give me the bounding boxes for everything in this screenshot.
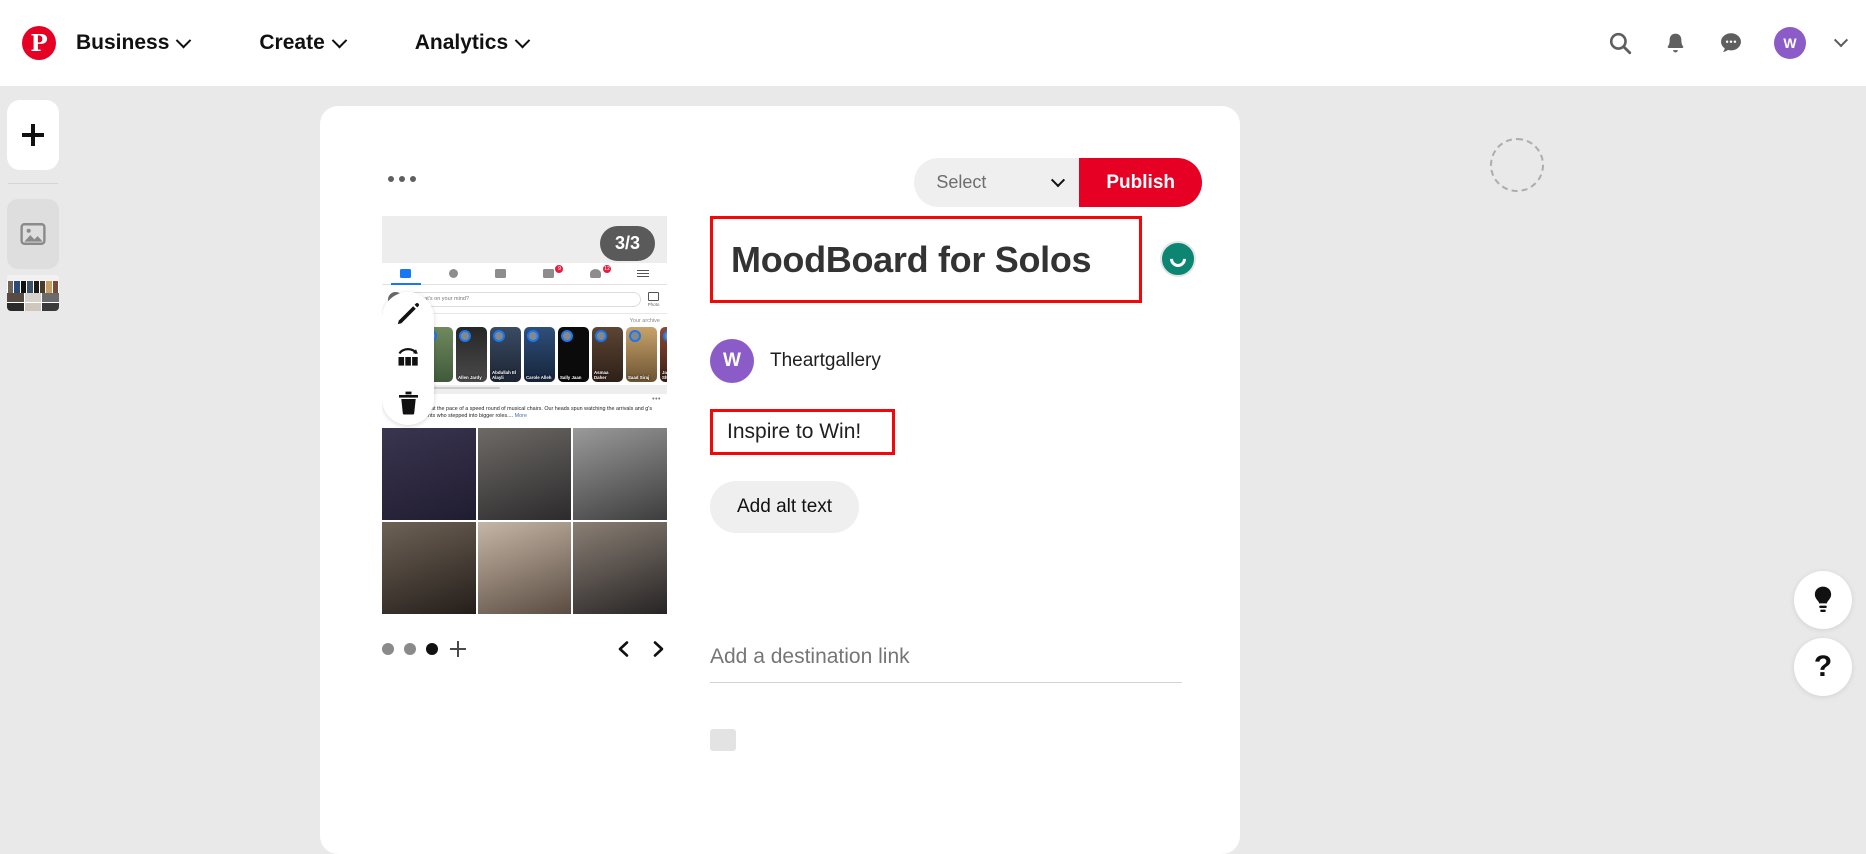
carousel-arrows [615, 640, 667, 658]
composer-toolbar: Select Publish [320, 154, 1240, 214]
preview-photo-button: Photo [646, 292, 661, 307]
carousel-dot-1[interactable] [382, 643, 394, 655]
add-alt-text-button[interactable]: Add alt text [710, 481, 859, 533]
preview-photo-grid [382, 428, 667, 614]
publish-group: Select Publish [914, 158, 1202, 207]
form-bottom-placeholder [710, 729, 736, 751]
destination-link-field[interactable]: Add a destination link [710, 645, 1182, 683]
more-options-icon[interactable] [382, 170, 422, 188]
media-preview[interactable]: 9 12 What's on your mind? Photo Stories … [382, 216, 667, 614]
board-select[interactable]: Select [914, 158, 1079, 207]
destination-link-placeholder: Add a destination link [710, 645, 910, 668]
carousel-controls [382, 634, 667, 664]
preview-archive-label: Your archive [630, 318, 660, 324]
nav-item-business[interactable]: Business [72, 25, 193, 61]
header-actions: W [1607, 27, 1846, 59]
preview-facebook-navbar: 9 12 [382, 263, 667, 285]
pinterest-logo[interactable]: P [22, 26, 56, 60]
carousel-dot-2[interactable] [404, 643, 416, 655]
preview-compose-input: What's on your mind? [408, 292, 641, 307]
search-icon[interactable] [1607, 30, 1633, 56]
media-tools-toolbar [382, 292, 434, 425]
pin-title-value: MoodBoard for Solos [731, 239, 1091, 281]
tips-button[interactable] [1794, 571, 1852, 629]
grammarly-icon[interactable] [1160, 241, 1196, 277]
avatar: W [710, 339, 754, 383]
nav-create-label: Create [259, 31, 324, 55]
edit-icon[interactable] [391, 297, 425, 331]
add-slide-icon[interactable] [450, 641, 466, 657]
preview-post: ••• es in 2021 came at the pace of a spe… [382, 394, 667, 614]
chevron-down-icon [515, 32, 531, 48]
pin-composer-card: Select Publish 9 12 [320, 106, 1240, 854]
nav-item-create[interactable]: Create [255, 25, 348, 61]
help-button[interactable]: ? [1794, 638, 1852, 696]
help-icon: ? [1814, 650, 1832, 684]
chevron-right-icon[interactable] [649, 640, 667, 658]
page-body: Select Publish 9 12 [0, 86, 1866, 854]
sidebar-divider [8, 183, 58, 184]
publish-button[interactable]: Publish [1079, 158, 1202, 207]
chevron-left-icon[interactable] [615, 640, 633, 658]
top-header: P Business Create Analytics W [0, 0, 1866, 86]
pin-title-field[interactable]: MoodBoard for Solos [710, 216, 1142, 303]
board-owner-name: Theartgallery [770, 350, 881, 372]
avatar[interactable]: W [1774, 27, 1806, 59]
pin-description-value: Inspire to Win! [727, 420, 861, 444]
nav-item-analytics[interactable]: Analytics [411, 25, 532, 61]
loading-placeholder-circle [1490, 138, 1544, 192]
preview-badge-1: 9 [555, 265, 563, 273]
slide-count-badge: 3/3 [600, 226, 655, 261]
sidebar-image-placeholder[interactable] [7, 199, 59, 269]
sidebar-thumbnail[interactable] [7, 275, 59, 311]
board-select-value: Select [936, 172, 986, 193]
nav-business-label: Business [76, 31, 169, 55]
pin-details-form: MoodBoard for Solos W Theartgallery Insp… [710, 216, 1210, 751]
left-sidebar [0, 86, 66, 854]
nav-analytics-label: Analytics [415, 31, 508, 55]
chat-bubble-icon[interactable] [1718, 30, 1744, 56]
delete-icon[interactable] [391, 386, 425, 420]
hamburger-icon [637, 270, 649, 278]
preview-post-more: More [515, 413, 527, 419]
pin-description-field[interactable]: Inspire to Win! [710, 409, 895, 455]
bell-icon[interactable] [1663, 31, 1688, 56]
chevron-down-icon [331, 32, 347, 48]
plus-icon [22, 124, 44, 146]
reorder-icon[interactable] [391, 341, 425, 375]
add-media-button[interactable] [7, 100, 59, 170]
chevron-down-icon[interactable] [1834, 33, 1848, 47]
preview-badge-2: 12 [603, 265, 611, 273]
chevron-down-icon [1051, 173, 1065, 187]
chevron-down-icon [176, 32, 192, 48]
image-placeholder-icon [20, 222, 46, 246]
lightbulb-icon [1810, 585, 1836, 615]
carousel-dot-3[interactable] [426, 643, 438, 655]
board-owner-row[interactable]: W Theartgallery [710, 339, 881, 383]
